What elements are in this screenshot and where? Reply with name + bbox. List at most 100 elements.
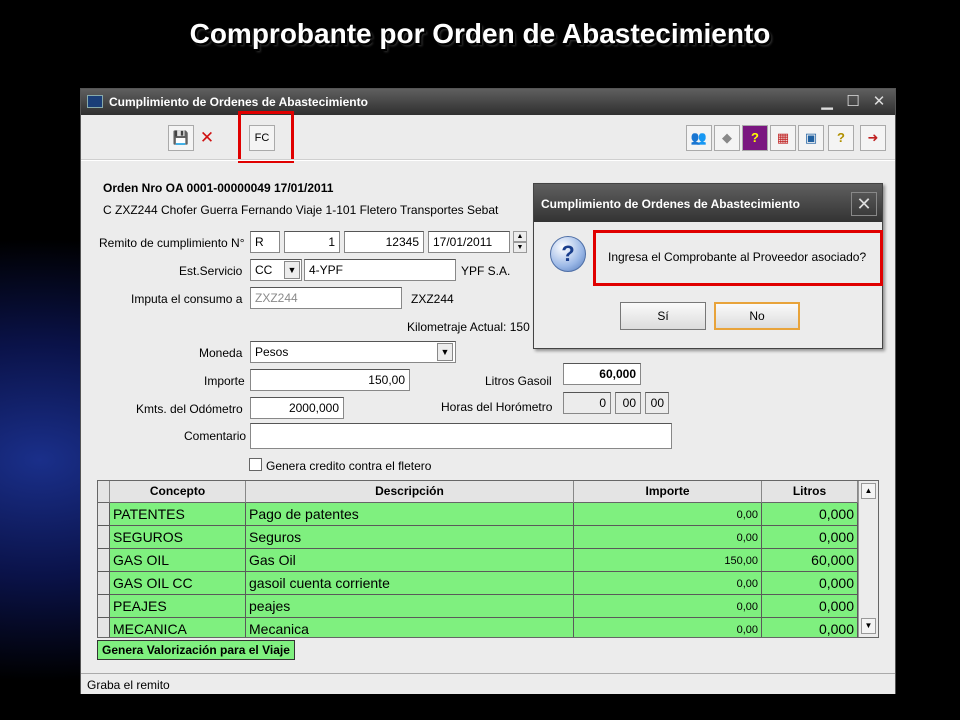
cell-litros[interactable]: 0,000 bbox=[762, 618, 858, 637]
status-bar: Graba el remito bbox=[81, 673, 895, 694]
toolbar-separator bbox=[81, 159, 895, 161]
remito-date-field[interactable]: 17/01/2011 bbox=[428, 231, 510, 253]
maximize-button[interactable]: ☐ bbox=[843, 92, 863, 112]
binoculars-icon[interactable]: 👥 bbox=[686, 125, 712, 151]
importe-label: Importe bbox=[204, 374, 245, 388]
row-selector[interactable] bbox=[98, 526, 110, 549]
date-spin-down[interactable]: ▼ bbox=[513, 242, 527, 253]
scroll-down-icon[interactable]: ▼ bbox=[861, 618, 876, 634]
status-text: Graba el remito bbox=[87, 678, 170, 692]
cell-descripcion[interactable]: Gas Oil bbox=[246, 549, 574, 572]
cell-descripcion[interactable]: peajes bbox=[246, 595, 574, 618]
row-selector[interactable] bbox=[98, 503, 110, 526]
chevron-down-icon[interactable]: ▼ bbox=[437, 343, 453, 361]
date-spin-up[interactable]: ▲ bbox=[513, 231, 527, 242]
importe-field[interactable]: 150,00 bbox=[250, 369, 410, 391]
dialog-close-button[interactable]: ✕ bbox=[851, 192, 877, 216]
chevron-down-icon[interactable]: ▼ bbox=[284, 261, 300, 279]
close-button[interactable]: ✕ bbox=[869, 92, 889, 112]
help-icon[interactable]: ? bbox=[742, 125, 768, 151]
cell-importe[interactable]: 150,00 bbox=[574, 549, 762, 572]
cell-concepto[interactable]: GAS OIL CC bbox=[110, 572, 246, 595]
table-row[interactable]: MECANICA Mecanica 0,00 0,000 bbox=[98, 618, 858, 637]
exit-icon[interactable]: ➜ bbox=[860, 125, 886, 151]
horas-label: Horas del Horómetro bbox=[441, 400, 553, 414]
column-header-concepto[interactable]: Concepto bbox=[110, 481, 246, 503]
cell-descripcion[interactable]: gasoil cuenta corriente bbox=[246, 572, 574, 595]
cell-descripcion[interactable]: Seguros bbox=[246, 526, 574, 549]
horas-field[interactable]: 0 bbox=[563, 392, 611, 414]
confirm-dialog: Cumplimiento de Ordenes de Abastecimient… bbox=[533, 183, 883, 349]
cell-litros[interactable]: 0,000 bbox=[762, 595, 858, 618]
row-selector[interactable] bbox=[98, 549, 110, 572]
est-name-field[interactable]: 4-YPF bbox=[304, 259, 456, 281]
column-header-importe[interactable]: Importe bbox=[574, 481, 762, 503]
kmts-label: Kmts. del Odómetro bbox=[136, 402, 243, 416]
minutos-field[interactable]: 00 bbox=[615, 392, 641, 414]
no-button[interactable]: No bbox=[714, 302, 800, 330]
scroll-up-icon[interactable]: ▲ bbox=[861, 483, 876, 499]
cell-litros[interactable]: 60,000 bbox=[762, 549, 858, 572]
cell-concepto[interactable]: MECANICA bbox=[110, 618, 246, 637]
cell-litros[interactable]: 0,000 bbox=[762, 526, 858, 549]
moneda-value: Pesos bbox=[255, 345, 289, 359]
cell-concepto[interactable]: PATENTES bbox=[110, 503, 246, 526]
remito-label: Remito de cumplimiento N° bbox=[99, 236, 245, 250]
dialog-message: Ingresa el Comprobante al Proveedor asoc… bbox=[608, 250, 867, 264]
kmts-field[interactable]: 2000,000 bbox=[250, 397, 344, 419]
cell-litros[interactable]: 0,000 bbox=[762, 503, 858, 526]
minimize-button[interactable]: ▁ bbox=[817, 92, 837, 112]
table-row[interactable]: PATENTES Pago de patentes 0,00 0,000 bbox=[98, 503, 858, 526]
grid-scrollbar[interactable]: ▲ ▼ bbox=[858, 481, 878, 637]
cell-concepto[interactable]: SEGUROS bbox=[110, 526, 246, 549]
remito-letter-field[interactable]: R bbox=[250, 231, 280, 253]
cell-litros[interactable]: 0,000 bbox=[762, 572, 858, 595]
cell-concepto[interactable]: GAS OIL bbox=[110, 549, 246, 572]
cell-importe[interactable]: 0,00 bbox=[574, 595, 762, 618]
table-row[interactable]: GAS OIL Gas Oil 150,00 60,000 bbox=[98, 549, 858, 572]
table-row[interactable]: SEGUROS Seguros 0,00 0,000 bbox=[98, 526, 858, 549]
cell-descripcion[interactable]: Pago de patentes bbox=[246, 503, 574, 526]
moneda-select[interactable]: Pesos bbox=[250, 341, 456, 363]
column-header-litros[interactable]: Litros bbox=[762, 481, 858, 503]
imputa-field[interactable]: ZXZ244 bbox=[250, 287, 402, 309]
litros-field[interactable]: 60,000 bbox=[563, 363, 641, 385]
cell-descripcion[interactable]: Mecanica bbox=[246, 618, 574, 637]
calculator-icon[interactable]: ▦ bbox=[770, 125, 796, 151]
yes-button[interactable]: Sí bbox=[620, 302, 706, 330]
table-row[interactable]: PEAJES peajes 0,00 0,000 bbox=[98, 595, 858, 618]
comentario-label: Comentario bbox=[184, 429, 247, 443]
kilometraje-actual: Kilometraje Actual: 150 bbox=[407, 320, 530, 334]
screen-icon[interactable]: ▣ bbox=[798, 125, 824, 151]
comentario-field[interactable] bbox=[250, 423, 672, 449]
cell-importe[interactable]: 0,00 bbox=[574, 503, 762, 526]
est-desc: YPF S.A. bbox=[461, 264, 511, 278]
order-detail: C ZXZ244 Chofer Guerra Fernando Viaje 1-… bbox=[103, 203, 499, 217]
remito-pv-field[interactable]: 1 bbox=[284, 231, 340, 253]
cancel-icon[interactable]: ✕ bbox=[194, 125, 220, 151]
question-icon[interactable]: ? bbox=[828, 125, 854, 151]
row-selector[interactable] bbox=[98, 618, 110, 637]
save-glyph: 💾 bbox=[172, 130, 190, 145]
cell-importe[interactable]: 0,00 bbox=[574, 572, 762, 595]
litros-label: Litros Gasoil bbox=[485, 374, 552, 388]
cell-importe[interactable]: 0,00 bbox=[574, 526, 762, 549]
question-icon: ? bbox=[550, 236, 586, 272]
column-header-descripcion[interactable]: Descripción bbox=[246, 481, 574, 503]
row-selector[interactable] bbox=[98, 595, 110, 618]
cell-importe[interactable]: 0,00 bbox=[574, 618, 762, 637]
cell-concepto[interactable]: PEAJES bbox=[110, 595, 246, 618]
segundos-field[interactable]: 00 bbox=[645, 392, 669, 414]
fc-highlight-box bbox=[238, 111, 294, 163]
window-titlebar: Cumplimiento de Ordenes de Abastecimient… bbox=[81, 89, 895, 115]
row-selector[interactable] bbox=[98, 572, 110, 595]
app-icon bbox=[87, 95, 103, 108]
remito-number-field[interactable]: 12345 bbox=[344, 231, 424, 253]
order-header: Orden Nro OA 0001-00000049 17/01/2011 bbox=[103, 181, 334, 195]
save-icon[interactable]: 💾 bbox=[168, 125, 194, 151]
imputa-desc: ZXZ244 bbox=[411, 292, 454, 306]
tag-icon[interactable]: ◆ bbox=[714, 125, 740, 151]
genera-valorizacion-button[interactable]: Genera Valorización para el Viaje bbox=[97, 640, 295, 660]
credito-checkbox[interactable] bbox=[249, 458, 262, 471]
table-row[interactable]: GAS OIL CC gasoil cuenta corriente 0,00 … bbox=[98, 572, 858, 595]
